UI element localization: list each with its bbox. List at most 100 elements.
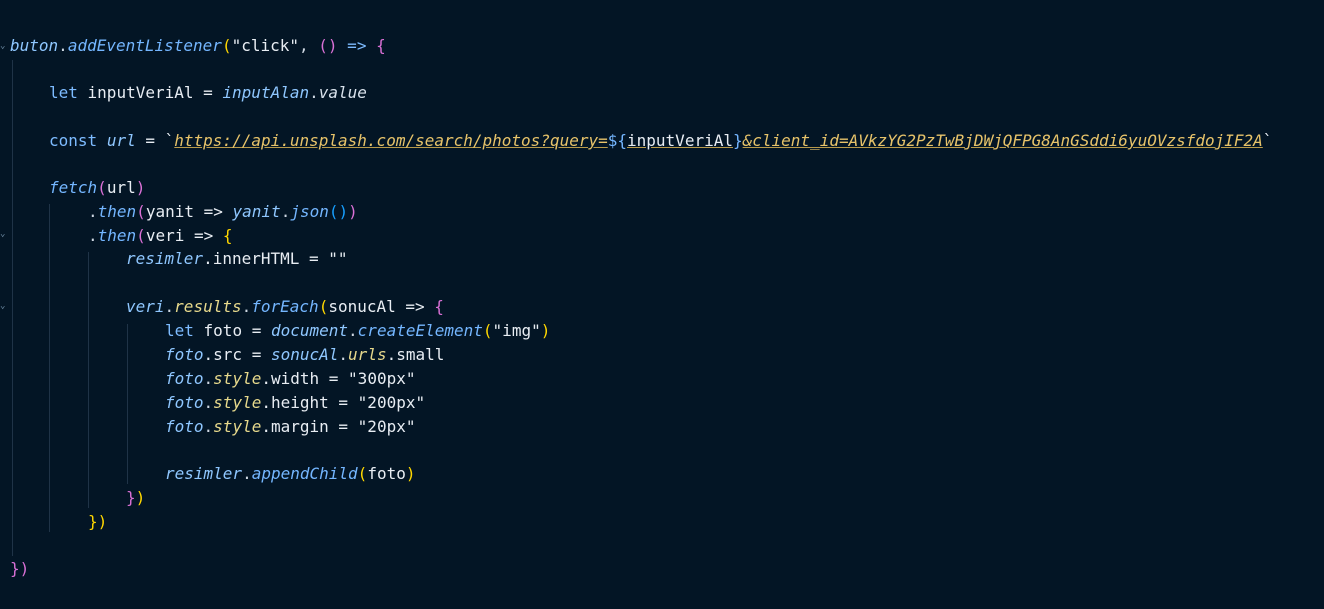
code-token: json bbox=[290, 202, 329, 221]
code-token: ( bbox=[136, 226, 146, 245]
code-line: veri.results.forEach(sonucAl => { bbox=[126, 295, 444, 319]
code-token: . bbox=[309, 83, 319, 102]
code-token: . bbox=[241, 297, 252, 316]
code-token: ` bbox=[164, 131, 175, 150]
code-token: ) bbox=[135, 178, 146, 197]
code-line: }) bbox=[126, 486, 145, 510]
code-token: const bbox=[49, 131, 98, 150]
code-token: value bbox=[318, 83, 367, 102]
code-token: .src = bbox=[203, 345, 271, 364]
code-token: . bbox=[88, 226, 98, 245]
code-token: . bbox=[58, 36, 68, 55]
code-token: ) bbox=[135, 488, 146, 507]
code-token: foto bbox=[165, 369, 204, 388]
code-token: resimler bbox=[126, 249, 204, 268]
code-token: . bbox=[348, 321, 358, 340]
code-token: style bbox=[213, 417, 262, 436]
code-token: . bbox=[164, 297, 175, 316]
code-token: . bbox=[88, 202, 98, 221]
code-token: ) bbox=[348, 202, 358, 221]
code-token: , bbox=[299, 36, 319, 55]
chevron-down-icon[interactable]: ⌄ bbox=[0, 230, 6, 239]
code-token: addEventListener bbox=[67, 36, 222, 55]
code-token: ( bbox=[318, 297, 329, 316]
code-token: () bbox=[328, 202, 349, 221]
code-token: ( bbox=[482, 321, 493, 340]
code-line: foto.src = sonucAl.urls.small bbox=[165, 343, 444, 367]
code-token: sonucAl => bbox=[328, 297, 435, 316]
code-token: let bbox=[49, 83, 78, 102]
code-token: }) bbox=[88, 512, 108, 531]
code-token: yanit => bbox=[145, 202, 233, 221]
indent-guide bbox=[49, 204, 50, 532]
code-token: => bbox=[337, 36, 377, 55]
code-token: veri => bbox=[145, 226, 223, 245]
code-token: inputVeriAl = bbox=[77, 83, 223, 102]
indent-guide bbox=[127, 324, 128, 484]
code-token: .width = bbox=[261, 369, 349, 388]
code-token: . bbox=[203, 417, 214, 436]
code-token: . bbox=[203, 369, 214, 388]
code-token: urls bbox=[348, 345, 387, 364]
code-token: appendChild bbox=[251, 464, 358, 483]
code-token: inputVeriAl bbox=[627, 131, 733, 150]
code-token: fetch bbox=[49, 178, 98, 197]
code-token: "200px" bbox=[357, 393, 426, 412]
code-token: { bbox=[434, 297, 444, 316]
code-token: { bbox=[222, 226, 233, 245]
code-token: results bbox=[174, 297, 242, 316]
code-token: forEach bbox=[251, 297, 319, 316]
code-token: ${ bbox=[607, 131, 628, 150]
code-token: . bbox=[338, 345, 349, 364]
code-token: url bbox=[106, 131, 136, 150]
code-token: "300px" bbox=[348, 369, 416, 388]
code-token: = bbox=[135, 131, 165, 150]
code-token: .innerHTML = bbox=[203, 249, 329, 268]
code-token: . bbox=[242, 464, 252, 483]
code-token: "20px" bbox=[357, 417, 416, 436]
code-token: buton bbox=[10, 36, 59, 55]
code-token: document bbox=[270, 321, 349, 340]
code-line: fetch(url) bbox=[49, 176, 145, 200]
code-line: }) bbox=[10, 557, 29, 581]
code-token: ( bbox=[221, 36, 232, 55]
code-token: sonucAl bbox=[270, 345, 339, 364]
code-token[interactable]: https://api.unsplash.com/search/photos?q… bbox=[174, 131, 607, 150]
code-token: then bbox=[97, 202, 137, 221]
code-token: foto bbox=[165, 417, 204, 436]
code-token: url bbox=[106, 178, 136, 197]
code-editor[interactable]: ⌄ ⌄ ⌄ buton.addEventListener("click", ()… bbox=[0, 0, 1324, 609]
code-token: . bbox=[203, 393, 214, 412]
code-token: ( bbox=[357, 464, 368, 483]
code-token[interactable]: &client_id=AVkzYG2PzTwBjDWjQFPG8AnGSddi6… bbox=[743, 131, 1263, 150]
code-token: let bbox=[165, 321, 194, 340]
code-token: ) bbox=[405, 464, 416, 483]
code-token: ( bbox=[97, 178, 107, 197]
code-token: veri bbox=[126, 297, 165, 316]
code-token: resimler bbox=[165, 464, 243, 483]
code-token: foto = bbox=[193, 321, 271, 340]
code-token: foto bbox=[367, 464, 406, 483]
code-token: () bbox=[318, 36, 338, 55]
chevron-down-icon[interactable]: ⌄ bbox=[0, 42, 6, 51]
indent-guide bbox=[88, 252, 89, 508]
code-line: .then(yanit => yanit.json()) bbox=[88, 200, 358, 224]
code-token: "" bbox=[328, 249, 348, 268]
code-token: createElement bbox=[357, 321, 483, 340]
chevron-down-icon[interactable]: ⌄ bbox=[0, 302, 6, 311]
code-token: "click" bbox=[231, 36, 300, 55]
code-token: }) bbox=[10, 559, 30, 578]
code-token: style bbox=[213, 369, 262, 388]
code-token: ( bbox=[136, 202, 146, 221]
code-token: foto bbox=[165, 345, 204, 364]
code-line: resimler.innerHTML = "" bbox=[126, 247, 348, 271]
code-token: .margin = bbox=[261, 417, 358, 436]
code-line: foto.style.width = "300px" bbox=[165, 367, 415, 391]
code-token: style bbox=[213, 393, 262, 412]
indent-guide bbox=[12, 60, 13, 556]
code-line: }) bbox=[88, 510, 107, 534]
code-line: let foto = document.createElement("img") bbox=[165, 319, 550, 343]
code-token: inputAlan bbox=[222, 83, 310, 102]
code-token: then bbox=[97, 226, 137, 245]
